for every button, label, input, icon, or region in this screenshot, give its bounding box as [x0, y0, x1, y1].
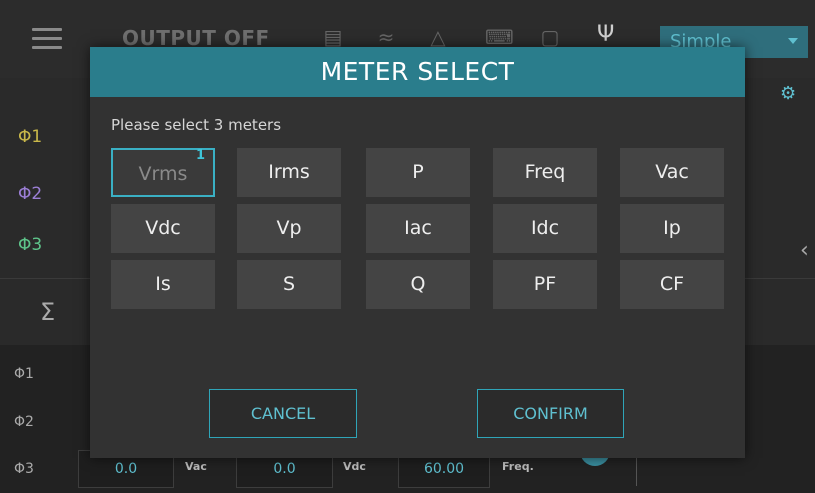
cancel-button[interactable]: CANCEL — [209, 389, 357, 438]
meter-option-s[interactable]: S — [237, 260, 341, 309]
meter-option-ip[interactable]: Ip — [620, 204, 724, 253]
chevron-left-icon[interactable]: ‹ — [800, 238, 809, 263]
bottom-phase-1-label: Φ1 — [14, 366, 34, 382]
meter-option-q[interactable]: Q — [366, 260, 470, 309]
gear-icon[interactable]: ⚙ — [780, 83, 796, 104]
sigma-label: Σ — [40, 298, 56, 326]
hamburger-icon[interactable] — [32, 28, 62, 50]
bottom-phase-3-label: Φ3 — [14, 461, 34, 477]
usb-icon[interactable]: Ψ — [597, 22, 614, 47]
meter-option-freq[interactable]: Freq — [493, 148, 597, 197]
meter-option-vac[interactable]: Vac — [620, 148, 724, 197]
meter-option-p[interactable]: P — [366, 148, 470, 197]
meter-option-label: Vrms — [138, 163, 188, 185]
meter-option-vdc[interactable]: Vdc — [111, 204, 215, 253]
meter-option-iac[interactable]: Iac — [366, 204, 470, 253]
phase-1-label: Φ1 — [18, 127, 43, 147]
meter-option-is[interactable]: Is — [111, 260, 215, 309]
bottom-phase-2-label: Φ2 — [14, 414, 34, 430]
vdc-unit-label: Vdc — [343, 460, 366, 473]
dialog-prompt: Please select 3 meters — [111, 116, 282, 134]
meter-option-irms[interactable]: Irms — [237, 148, 341, 197]
meter-option-idc[interactable]: Idc — [493, 204, 597, 253]
dialog-title: METER SELECT — [90, 47, 745, 97]
confirm-button[interactable]: CONFIRM — [477, 389, 624, 438]
phase-3-label: Φ3 — [18, 235, 43, 255]
chevron-down-icon — [788, 38, 798, 44]
freq-unit-label: Freq. — [502, 460, 534, 473]
meter-option-cf[interactable]: CF — [620, 260, 724, 309]
meter-select-dialog: METER SELECT Please select 3 meters Vrms… — [90, 47, 745, 458]
phase-2-label: Φ2 — [18, 184, 43, 204]
meter-option-pf[interactable]: PF — [493, 260, 597, 309]
selection-order-badge: 1 — [196, 148, 206, 163]
meter-option-vp[interactable]: Vp — [237, 204, 341, 253]
vac-unit-label: Vac — [185, 460, 207, 473]
